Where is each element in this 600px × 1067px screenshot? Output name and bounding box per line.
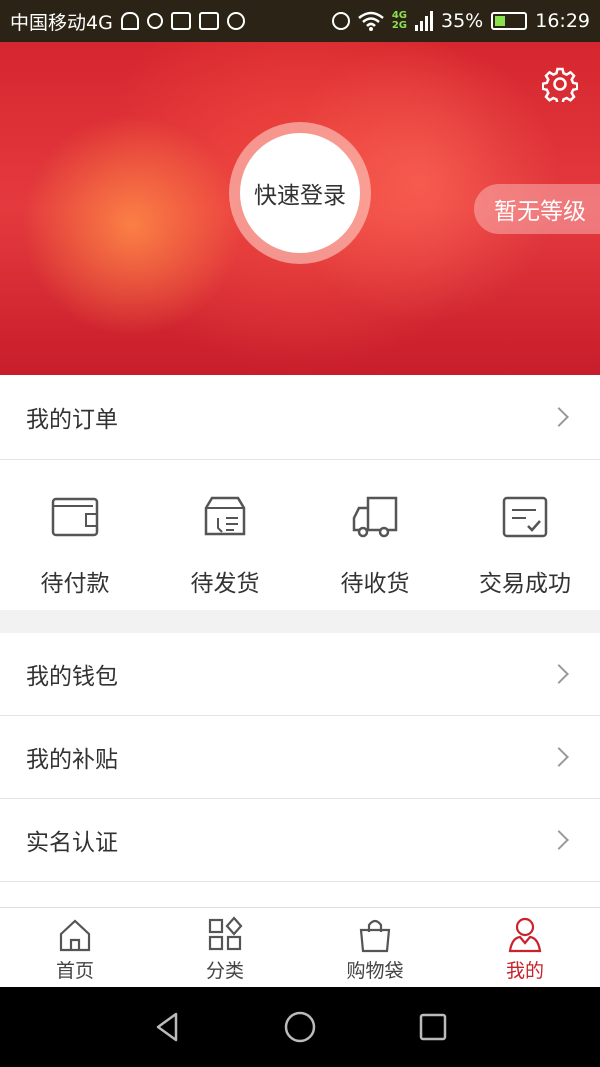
shopping-bag-icon <box>359 919 391 953</box>
menu-item-verification[interactable]: 实名认证 <box>0 799 600 881</box>
mail-icon <box>198 12 219 30</box>
recents-icon[interactable] <box>416 1010 450 1044</box>
sync-icon <box>226 12 245 30</box>
system-navigation-bar <box>0 987 600 1067</box>
order-status-pending-shipment[interactable]: 待发货 <box>150 460 300 610</box>
profile-header: 快速登录 暂无等级 <box>0 42 600 375</box>
order-status-label: 待付款 <box>40 571 110 597</box>
network-type: 4G 2G <box>391 10 407 31</box>
gear-icon[interactable] <box>542 66 578 102</box>
category-icon <box>208 916 243 951</box>
clock: 16:29 <box>535 10 590 32</box>
message-icon <box>146 13 163 29</box>
tab-home[interactable]: 首页 <box>0 908 150 987</box>
tab-label: 首页 <box>55 960 94 982</box>
order-status-grid: 待付款 待发货 待收货 交易成功 <box>0 460 600 610</box>
order-status-label: 交易成功 <box>479 571 571 597</box>
alarm-icon <box>331 12 350 30</box>
home-button-icon[interactable] <box>283 1010 317 1044</box>
package-icon <box>204 496 246 536</box>
my-orders-label: 我的订单 <box>26 407 118 433</box>
checklist-icon <box>502 496 548 538</box>
login-avatar-ring: 快速登录 <box>229 122 371 264</box>
tab-shopping-bag[interactable]: 购物袋 <box>300 908 450 987</box>
bottom-tab-bar: 首页 分类 购物袋 我的 <box>0 907 600 987</box>
menu-item-label: 我的钱包 <box>26 664 118 690</box>
tab-label: 我的 <box>505 960 544 982</box>
signal-icon <box>415 11 433 31</box>
wallet-icon <box>51 497 99 537</box>
chevron-right-icon <box>549 830 569 850</box>
member-level-badge[interactable]: 暂无等级 <box>474 184 600 234</box>
member-level-label: 暂无等级 <box>494 199 586 225</box>
tab-mine[interactable]: 我的 <box>450 908 600 987</box>
tab-label: 分类 <box>205 960 244 982</box>
quick-login-button[interactable]: 快速登录 <box>240 133 360 253</box>
menu-item-subsidy[interactable]: 我的补贴 <box>0 716 600 798</box>
wifi-icon <box>358 11 384 31</box>
menu-item-partial <box>0 882 600 907</box>
menu-item-wallet[interactable]: 我的钱包 <box>0 633 600 715</box>
back-icon[interactable] <box>150 1010 184 1044</box>
battery-icon <box>491 12 528 30</box>
my-orders-row[interactable]: 我的订单 <box>0 375 600 459</box>
chevron-right-icon <box>549 407 569 427</box>
order-status-label: 待发货 <box>190 571 260 597</box>
home-icon <box>59 919 91 952</box>
battery-percent: 35% <box>441 10 484 32</box>
chevron-right-icon <box>549 747 569 767</box>
carrier-label: 中国移动4G <box>10 11 113 34</box>
order-status-label: 待收货 <box>340 571 410 597</box>
order-status-pending-receipt[interactable]: 待收货 <box>300 460 450 610</box>
tab-category[interactable]: 分类 <box>150 908 300 987</box>
user-icon <box>508 917 542 953</box>
menu-item-label: 实名认证 <box>26 830 118 856</box>
truck-icon <box>352 496 398 538</box>
image-icon <box>170 12 191 30</box>
chevron-right-icon <box>549 664 569 684</box>
order-status-completed[interactable]: 交易成功 <box>450 460 600 610</box>
notification-icon <box>120 12 139 30</box>
tab-label: 购物袋 <box>346 960 404 982</box>
order-status-pending-payment[interactable]: 待付款 <box>0 460 150 610</box>
quick-login-label: 快速登录 <box>254 183 346 209</box>
menu-item-label: 我的补贴 <box>26 747 118 773</box>
status-bar: 中国移动4G 4G 2G 35% 16:29 <box>0 0 600 42</box>
